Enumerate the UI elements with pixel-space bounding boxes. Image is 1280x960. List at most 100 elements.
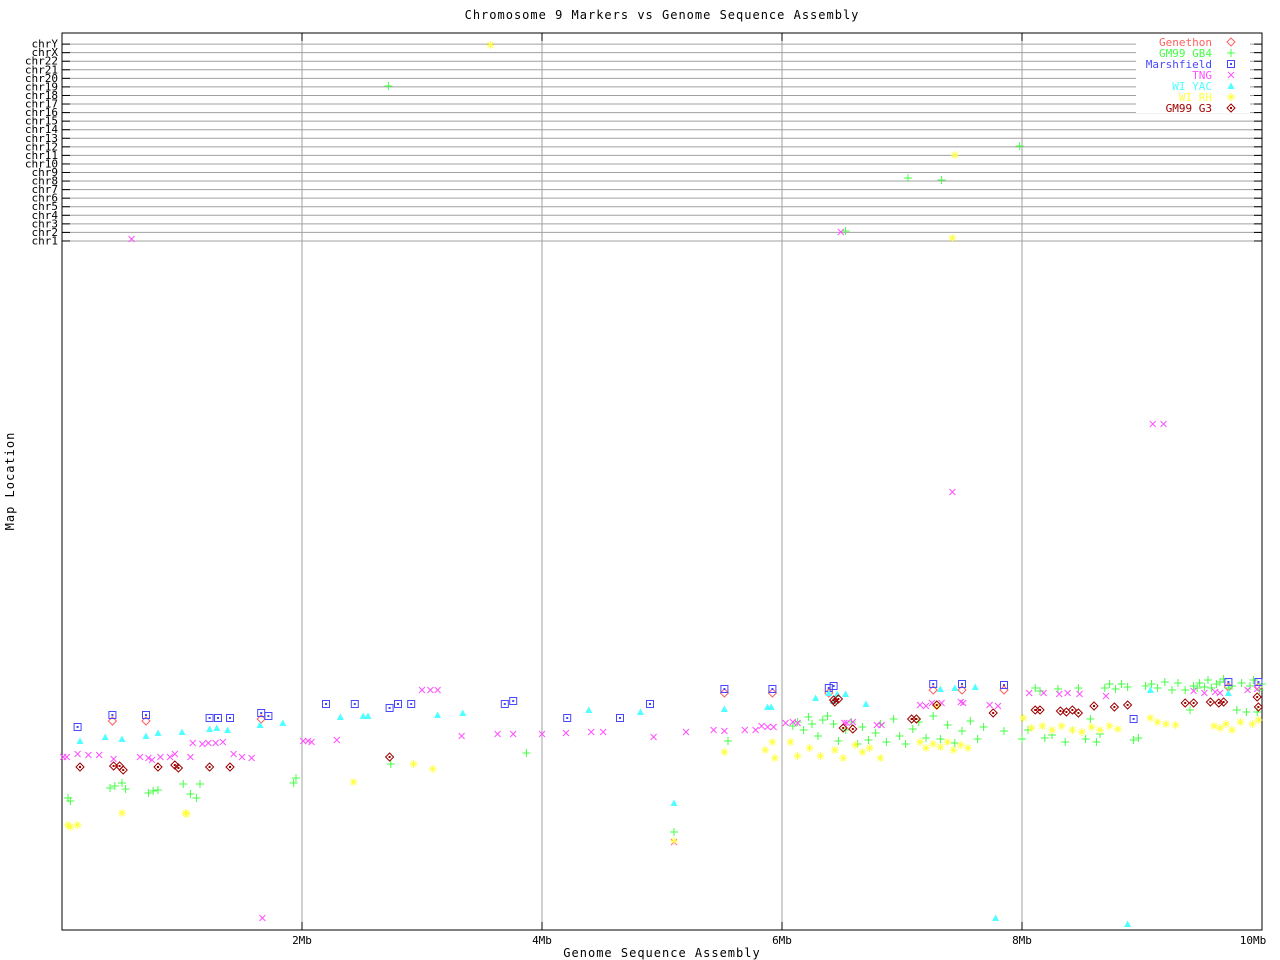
- data-point: [720, 748, 729, 756]
- data-point: [66, 823, 75, 831]
- data-point: [1078, 728, 1086, 736]
- data-point: [1114, 725, 1122, 733]
- data-point: [882, 738, 891, 746]
- data-point: [842, 690, 850, 697]
- data-point: [768, 738, 777, 746]
- axis-frame: [61, 32, 1263, 931]
- data-point: [95, 751, 103, 759]
- data-point: [829, 682, 838, 690]
- data-point: [149, 787, 158, 795]
- data-point: [1248, 720, 1257, 728]
- data-point: [823, 712, 832, 720]
- data-point: [1153, 684, 1162, 692]
- data-point: [1061, 738, 1070, 746]
- data-point: [153, 762, 163, 772]
- data-point: [1253, 702, 1264, 712]
- data-point: [196, 780, 204, 788]
- data-point: [1030, 705, 1040, 715]
- data-point: [1040, 734, 1049, 742]
- data-point: [1249, 676, 1258, 684]
- data-point: [459, 709, 467, 716]
- data-point: [214, 714, 222, 722]
- data-point: [916, 701, 924, 709]
- data-point: [428, 765, 437, 773]
- x-tick-label: 6Mb: [772, 934, 792, 947]
- data-point: [1129, 715, 1138, 723]
- data-point: [936, 685, 944, 692]
- data-point: [230, 750, 237, 758]
- data-point: [1168, 686, 1176, 694]
- data-point: [154, 729, 162, 736]
- data-point: [259, 914, 266, 922]
- data-point: [187, 753, 194, 761]
- data-point: [793, 752, 802, 760]
- data-point: [956, 741, 965, 749]
- data-point: [979, 723, 988, 731]
- data-point: [384, 82, 393, 90]
- data-point: [1141, 682, 1150, 690]
- data-point: [950, 151, 959, 159]
- data-point: [636, 708, 644, 715]
- plot-area: chrYchrXchr22chr21chr20chr19chr18chr17ch…: [25, 32, 1267, 947]
- data-point: [178, 728, 186, 735]
- data-point: [1181, 686, 1190, 694]
- data-point: [76, 737, 84, 744]
- data-point: [922, 744, 930, 752]
- data-point: [741, 726, 749, 734]
- data-point: [144, 789, 153, 797]
- data-point: [720, 705, 728, 712]
- data-point: [1055, 690, 1063, 698]
- data-point: [937, 176, 946, 184]
- data-point: [1147, 680, 1156, 688]
- data-point: [646, 700, 654, 708]
- data-point: [349, 778, 358, 786]
- data-point: [1076, 690, 1083, 698]
- data-point: [758, 722, 765, 730]
- data-point: [851, 741, 860, 749]
- data-point: [858, 748, 867, 756]
- data-point: [563, 714, 572, 722]
- data-point: [74, 750, 81, 758]
- data-point: [587, 728, 595, 736]
- data-point: [786, 738, 795, 746]
- data-point: [407, 700, 416, 708]
- data-point: [951, 684, 959, 691]
- data-point: [949, 488, 956, 496]
- data-point: [486, 41, 495, 49]
- data-point: [1035, 705, 1045, 715]
- data-point: [876, 754, 885, 762]
- data-point: [1019, 714, 1028, 722]
- data-point: [1124, 920, 1132, 927]
- data-point: [189, 739, 197, 747]
- data-point: [509, 697, 518, 705]
- data-point: [142, 732, 150, 739]
- data-point: [1186, 706, 1194, 714]
- data-point: [1153, 718, 1162, 726]
- data-point: [1096, 726, 1104, 734]
- data-point: [219, 738, 227, 746]
- data-point: [1000, 727, 1008, 735]
- data-point: [988, 708, 998, 718]
- data-point: [1224, 689, 1232, 696]
- data-point: [1236, 718, 1245, 726]
- data-point: [616, 714, 624, 722]
- data-point: [364, 712, 372, 719]
- data-point: [770, 754, 779, 762]
- data-point: [1149, 420, 1157, 428]
- data-point: [1000, 681, 1008, 689]
- data-point: [1105, 722, 1114, 730]
- data-point: [721, 727, 728, 735]
- data-point: [764, 723, 771, 731]
- data-point: [973, 735, 982, 743]
- data-point: [958, 727, 966, 735]
- x-tick-label: 10Mb: [1240, 934, 1267, 947]
- data-point: [333, 736, 341, 744]
- data-point: [1160, 420, 1167, 428]
- data-point: [73, 821, 82, 829]
- data-point: [1102, 692, 1110, 700]
- data-point: [943, 738, 952, 746]
- data-point: [1160, 678, 1169, 686]
- data-point: [256, 721, 264, 728]
- data-point: [1111, 685, 1120, 693]
- data-point: [386, 760, 395, 768]
